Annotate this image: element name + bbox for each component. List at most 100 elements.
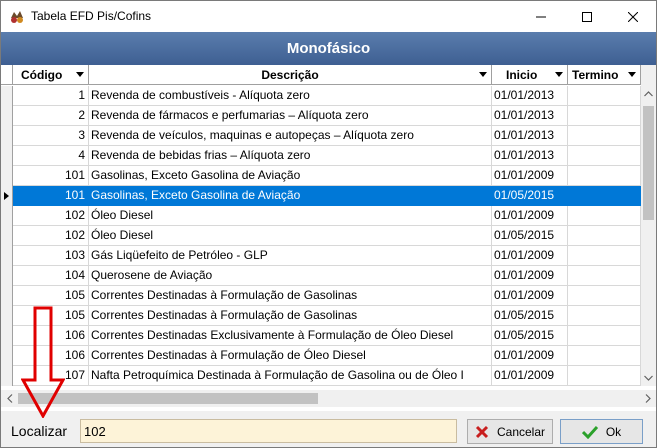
cell-descricao[interactable]: Correntes Destinadas à Formulação de Óle…: [89, 346, 492, 366]
cell-descricao[interactable]: Correntes Destinadas Exclusivamente à Fo…: [89, 326, 492, 346]
cell-descricao[interactable]: Gasolinas, Exceto Gasolina de Aviação: [89, 186, 492, 206]
cell-codigo[interactable]: 102: [13, 226, 89, 246]
cell-codigo[interactable]: 102: [13, 206, 89, 226]
cell-descricao[interactable]: Revenda de combustíveis - Alíquota zero: [89, 86, 492, 106]
ok-button[interactable]: Ok: [560, 419, 643, 444]
cell-termino[interactable]: [568, 266, 641, 286]
row-indicator[interactable]: [1, 86, 13, 106]
cell-inicio[interactable]: 01/01/2009: [492, 346, 568, 366]
cell-inicio[interactable]: 01/01/2009: [492, 246, 568, 266]
row-indicator[interactable]: [1, 346, 13, 366]
row-indicator[interactable]: [1, 186, 13, 206]
table-row[interactable]: 106 Correntes Destinadas Exclusivamente à…: [1, 326, 641, 346]
column-header-descricao[interactable]: Descrição: [89, 65, 492, 85]
sort-dropdown-icon[interactable]: [555, 72, 563, 77]
table-row[interactable]: 2 Revenda de fármacos e perfumarias – Alí…: [1, 106, 641, 126]
cell-inicio[interactable]: 01/01/2009: [492, 266, 568, 286]
scroll-down-button[interactable]: [641, 369, 656, 386]
column-header-inicio[interactable]: Inicio: [492, 65, 568, 85]
cell-termino[interactable]: [568, 246, 641, 266]
cell-codigo[interactable]: 104: [13, 266, 89, 286]
maximize-button[interactable]: [564, 1, 610, 32]
row-indicator[interactable]: [1, 226, 13, 246]
row-indicator[interactable]: [1, 166, 13, 186]
sort-dropdown-icon[interactable]: [479, 72, 487, 77]
cell-descricao[interactable]: Querosene de Aviação: [89, 266, 492, 286]
cell-codigo[interactable]: 101: [13, 186, 89, 206]
row-indicator[interactable]: [1, 206, 13, 226]
cell-inicio[interactable]: 01/05/2015: [492, 306, 568, 326]
table-row[interactable]: 102 Óleo Diesel 01/05/2015: [1, 226, 641, 246]
table-row[interactable]: 4 Revenda de bebidas frias – Alíquota zer…: [1, 146, 641, 166]
column-header-termino[interactable]: Termino: [568, 65, 641, 85]
cell-termino[interactable]: [568, 126, 641, 146]
table-row[interactable]: 101 Gasolinas, Exceto Gasolina de Aviação…: [1, 166, 641, 186]
cell-inicio[interactable]: 01/01/2009: [492, 286, 568, 306]
row-indicator[interactable]: [1, 366, 13, 386]
cell-inicio[interactable]: 01/01/2013: [492, 146, 568, 166]
cell-inicio[interactable]: 01/01/2009: [492, 366, 568, 386]
vertical-scrollbar[interactable]: [641, 65, 656, 386]
horizontal-scrollbar[interactable]: [1, 390, 656, 407]
cell-termino[interactable]: [568, 326, 641, 346]
cell-descricao[interactable]: Correntes Destinadas à Formulação de Gas…: [89, 286, 492, 306]
close-button[interactable]: [610, 1, 656, 32]
scroll-up-button[interactable]: [641, 85, 656, 102]
cell-inicio[interactable]: 01/01/2009: [492, 206, 568, 226]
cancel-button[interactable]: Cancelar: [467, 419, 553, 444]
cell-termino[interactable]: [568, 186, 641, 206]
cell-descricao[interactable]: Revenda de fármacos e perfumarias – Alíq…: [89, 106, 492, 126]
cell-codigo[interactable]: 3: [13, 126, 89, 146]
cell-termino[interactable]: [568, 86, 641, 106]
row-indicator[interactable]: [1, 306, 13, 326]
cell-termino[interactable]: [568, 166, 641, 186]
search-input[interactable]: [80, 419, 457, 443]
cell-inicio[interactable]: 01/01/2013: [492, 86, 568, 106]
row-indicator[interactable]: [1, 326, 13, 346]
scroll-right-button[interactable]: [639, 390, 656, 407]
cell-codigo[interactable]: 103: [13, 246, 89, 266]
row-indicator[interactable]: [1, 106, 13, 126]
cell-termino[interactable]: [568, 106, 641, 126]
row-indicator[interactable]: [1, 286, 13, 306]
cell-termino[interactable]: [568, 226, 641, 246]
title-bar[interactable]: Tabela EFD Pis/Cofins: [1, 1, 656, 32]
vertical-scroll-thumb[interactable]: [643, 106, 654, 220]
cell-termino[interactable]: [568, 286, 641, 306]
cell-inicio[interactable]: 01/01/2013: [492, 106, 568, 126]
cell-descricao[interactable]: Correntes Destinadas à Formulação de Gas…: [89, 306, 492, 326]
cell-descricao[interactable]: Óleo Diesel: [89, 226, 492, 246]
row-indicator[interactable]: [1, 266, 13, 286]
cell-codigo[interactable]: 2: [13, 106, 89, 126]
row-indicator[interactable]: [1, 126, 13, 146]
table-row[interactable]: 101 Gasolinas, Exceto Gasolina de Aviação…: [1, 186, 641, 206]
cell-descricao[interactable]: Gasolinas, Exceto Gasolina de Aviação: [89, 166, 492, 186]
table-row[interactable]: 3 Revenda de veículos, maquinas e autopeç…: [1, 126, 641, 146]
table-row[interactable]: 104 Querosene de Aviação 01/01/2009: [1, 266, 641, 286]
cell-termino[interactable]: [568, 366, 641, 386]
cell-descricao[interactable]: Óleo Diesel: [89, 206, 492, 226]
cell-inicio[interactable]: 01/05/2015: [492, 186, 568, 206]
cell-descricao[interactable]: Revenda de bebidas frias – Alíquota zero: [89, 146, 492, 166]
cell-codigo[interactable]: 105: [13, 286, 89, 306]
cell-termino[interactable]: [568, 206, 641, 226]
table-row[interactable]: 103 Gás Liqüefeito de Petróleo - GLP 01/01…: [1, 246, 641, 266]
table-row[interactable]: 105 Correntes Destinadas à Formulação de …: [1, 286, 641, 306]
cell-termino[interactable]: [568, 146, 641, 166]
table-row[interactable]: 105 Correntes Destinadas à Formulação de …: [1, 306, 641, 326]
row-indicator[interactable]: [1, 146, 13, 166]
cell-inicio[interactable]: 01/01/2013: [492, 126, 568, 146]
cell-codigo[interactable]: 4: [13, 146, 89, 166]
cell-descricao[interactable]: Nafta Petroquímica Destinada à Formulaçã…: [89, 366, 492, 386]
cell-termino[interactable]: [568, 306, 641, 326]
table-row[interactable]: 102 Óleo Diesel 01/01/2009: [1, 206, 641, 226]
sort-dropdown-icon[interactable]: [628, 72, 636, 77]
cell-descricao[interactable]: Revenda de veículos, maquinas e autopeça…: [89, 126, 492, 146]
cell-inicio[interactable]: 01/01/2009: [492, 166, 568, 186]
cell-descricao[interactable]: Gás Liqüefeito de Petróleo - GLP: [89, 246, 492, 266]
cell-inicio[interactable]: 01/05/2015: [492, 326, 568, 346]
cell-termino[interactable]: [568, 346, 641, 366]
scroll-left-button[interactable]: [1, 390, 18, 407]
row-indicator[interactable]: [1, 246, 13, 266]
table-row[interactable]: 107 Nafta Petroquímica Destinada à Formul…: [1, 366, 641, 386]
